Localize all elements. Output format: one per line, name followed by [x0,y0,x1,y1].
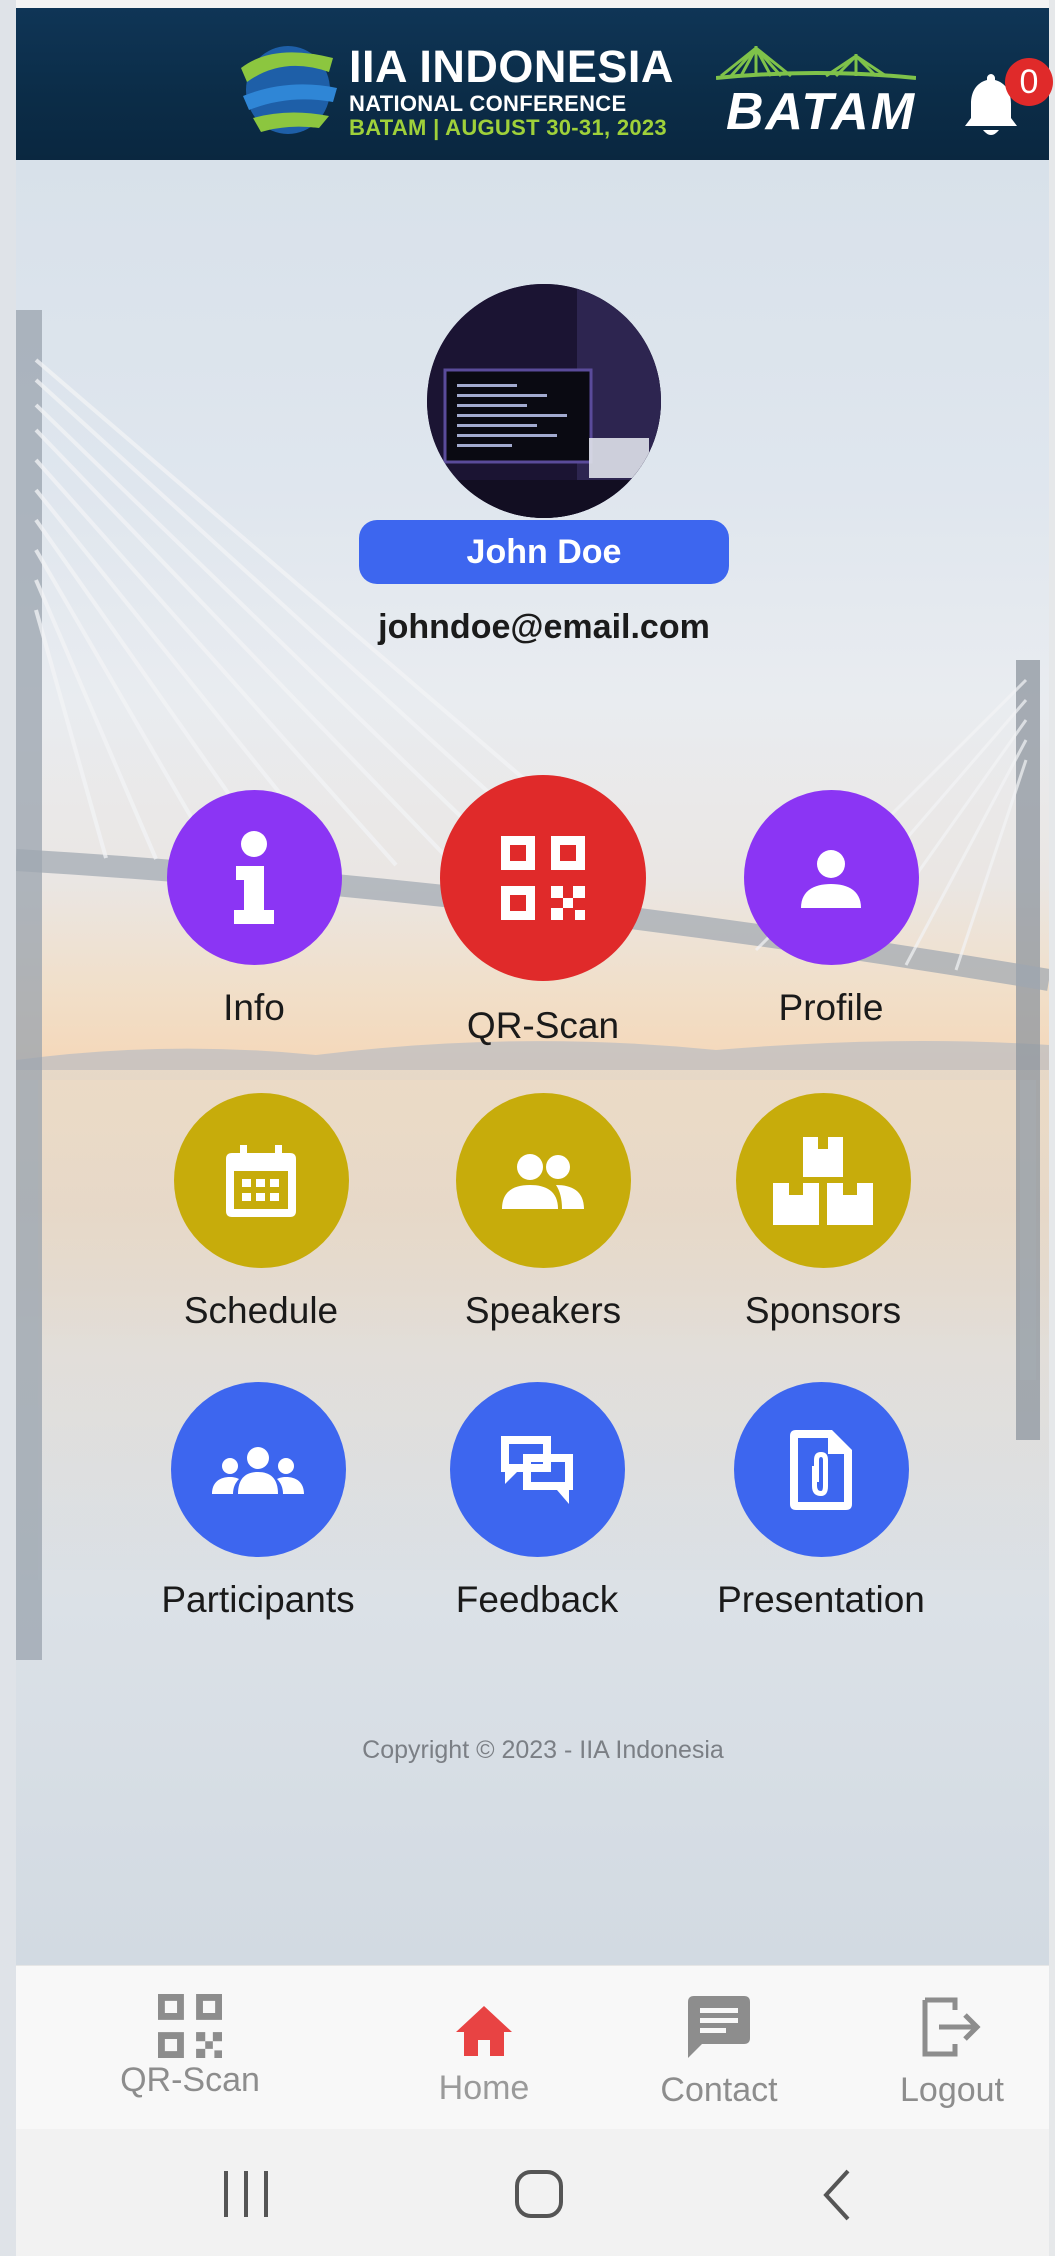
info-icon-circle[interactable] [166,790,342,965]
menu-qr-scan-label: QR-Scan [466,1005,620,1046]
presentation-icon-circle[interactable] [733,1382,909,1557]
menu-sponsors-label: Sponsors [744,1290,902,1331]
nav-logout-label: Logout [900,2071,1004,2109]
menu-schedule[interactable]: Schedule [131,1093,391,1332]
menu-qr-scan[interactable]: QR-Scan [413,775,673,1047]
nav-contact-label: Contact [660,2071,778,2109]
menu-feedback[interactable]: Feedback [407,1382,667,1621]
logout-icon [922,1997,981,2057]
person-icon [801,849,861,908]
profile-icon-circle[interactable] [743,790,919,965]
menu-info-label: Info [223,987,285,1028]
menu-participants-label: Participants [161,1579,355,1620]
nav-contact[interactable]: Contact [629,1996,809,2110]
menu-feedback-label: Feedback [455,1579,619,1620]
conference-logo-text: IIA INDONESIA NATIONAL CONFERENCE BATAM … [349,44,674,139]
qr-code-icon [501,836,585,920]
group-icon [212,1446,304,1494]
people-icon [502,1153,584,1209]
nav-home[interactable]: Home [394,2006,574,2108]
schedule-icon-circle[interactable] [173,1093,349,1268]
menu-speakers-label: Speakers [464,1290,622,1331]
calendar-icon [226,1144,296,1217]
menu-info[interactable]: Info [124,790,384,1029]
sponsors-icon-circle[interactable] [735,1093,911,1268]
menu-sponsors[interactable]: Sponsors [693,1093,953,1332]
system-navigation-bar [16,2129,1049,2256]
speakers-icon-circle[interactable] [455,1093,631,1268]
nav-logout[interactable]: Logout [862,1996,1042,2110]
info-icon [234,830,274,924]
feedback-icon-circle[interactable] [449,1382,625,1557]
avatar[interactable] [427,284,661,518]
home-system-icon[interactable] [514,2169,564,2219]
logo-date-line: BATAM | AUGUST 30-31, 2023 [349,115,667,140]
left-edge-strip [0,0,16,2256]
conference-globe-logo [241,46,337,134]
menu-speakers[interactable]: Speakers [413,1093,673,1332]
avatar-photo [427,284,661,518]
qr-scan-icon-circle[interactable] [440,775,646,981]
menu-participants[interactable]: Participants [128,1382,388,1621]
boxes-icon [773,1136,873,1225]
copyright-text: Copyright © 2023 - IIA Indonesia [362,1736,724,1764]
attachment-file-icon [790,1429,852,1510]
qr-code-icon [158,1994,222,2058]
menu-profile[interactable]: Profile [701,790,961,1029]
back-icon[interactable] [820,2169,852,2221]
menu-schedule-label: Schedule [183,1290,339,1331]
nav-home-label: Home [438,2069,530,2107]
chat-icon [501,1435,573,1504]
bottom-navigation: QR-Scan Home Contact Logout [16,1965,1049,2129]
nav-qr-scan-label: QR-Scan [120,2061,260,2099]
right-edge-strip [1049,0,1055,2256]
city-logo-text: BATAM [726,83,917,141]
recent-apps-icon[interactable] [222,2171,270,2217]
participants-icon-circle[interactable] [170,1382,346,1557]
logo-subtitle: NATIONAL CONFERENCE [349,91,627,116]
logo-title: IIA INDONESIA [349,41,674,92]
user-name-badge: John Doe [359,520,729,584]
message-icon [688,1996,750,2058]
menu-profile-label: Profile [778,987,884,1028]
menu-presentation[interactable]: Presentation [691,1382,951,1621]
menu-presentation-label: Presentation [717,1579,925,1620]
nav-qr-scan[interactable]: QR-Scan [100,1994,280,2100]
notification-count-badge: 0 [1005,58,1053,106]
app-header: IIA INDONESIA NATIONAL CONFERENCE BATAM … [16,8,1053,160]
user-email: johndoe@email.com [378,608,710,646]
home-icon [456,2006,512,2056]
